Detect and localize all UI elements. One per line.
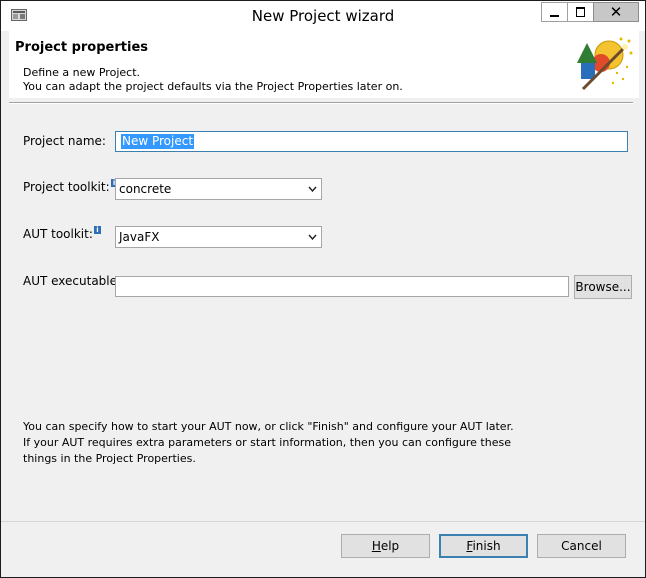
header-divider: [9, 102, 633, 104]
footer-divider: [1, 521, 645, 522]
chevron-down-icon: [308, 234, 317, 240]
aut-executable-label: AUT executable:: [23, 274, 122, 288]
minimize-button[interactable]: [541, 2, 567, 22]
finish-button[interactable]: Finish: [439, 534, 528, 558]
wizard-header: Project properties Define a new Project.…: [9, 31, 639, 98]
project-toolkit-value: concrete: [119, 182, 172, 196]
help-mnemonic: H: [371, 539, 381, 553]
help-label: elp: [380, 539, 400, 553]
aut-executable-input[interactable]: [115, 276, 569, 297]
project-name-selected-text: New Project: [121, 134, 195, 149]
hint-line-2: If your AUT requires extra parameters or…: [23, 436, 511, 449]
close-button[interactable]: ✕: [593, 2, 639, 22]
browse-button[interactable]: Browse...: [574, 275, 632, 299]
wizard-art-icon: [577, 37, 633, 91]
project-toolkit-label: Project toolkit:i: [23, 179, 118, 194]
wizard-window: New Project wizard ✕ Project properties …: [0, 0, 646, 578]
hint-line-3: things in the Project Properties.: [23, 452, 196, 465]
aut-toolkit-select[interactable]: JavaFX: [115, 226, 322, 248]
close-icon: ✕: [609, 3, 623, 21]
page-description-line-1: Define a new Project.: [23, 66, 141, 79]
project-name-input[interactable]: New Project: [115, 131, 628, 152]
project-toolkit-label-text: Project toolkit:: [23, 180, 110, 194]
aut-toolkit-label: AUT toolkit: i: [23, 226, 101, 241]
help-button[interactable]: Help: [341, 534, 430, 558]
hint-line-1: You can specify how to start your AUT no…: [23, 420, 514, 433]
aut-toolkit-value: JavaFX: [119, 230, 160, 244]
aut-toolkit-label-text: AUT toolkit:: [23, 227, 93, 241]
finish-label: inish: [472, 539, 501, 553]
info-icon[interactable]: i: [93, 226, 101, 234]
cancel-button[interactable]: Cancel: [537, 534, 626, 558]
page-title: Project properties: [15, 40, 148, 55]
maximize-button[interactable]: [567, 2, 593, 22]
project-toolkit-select[interactable]: concrete: [115, 178, 322, 200]
chevron-down-icon: [308, 186, 317, 192]
page-description-line-2: You can adapt the project defaults via t…: [23, 80, 403, 93]
project-name-label: Project name:: [23, 134, 106, 148]
title-bar[interactable]: New Project wizard ✕: [1, 1, 645, 31]
